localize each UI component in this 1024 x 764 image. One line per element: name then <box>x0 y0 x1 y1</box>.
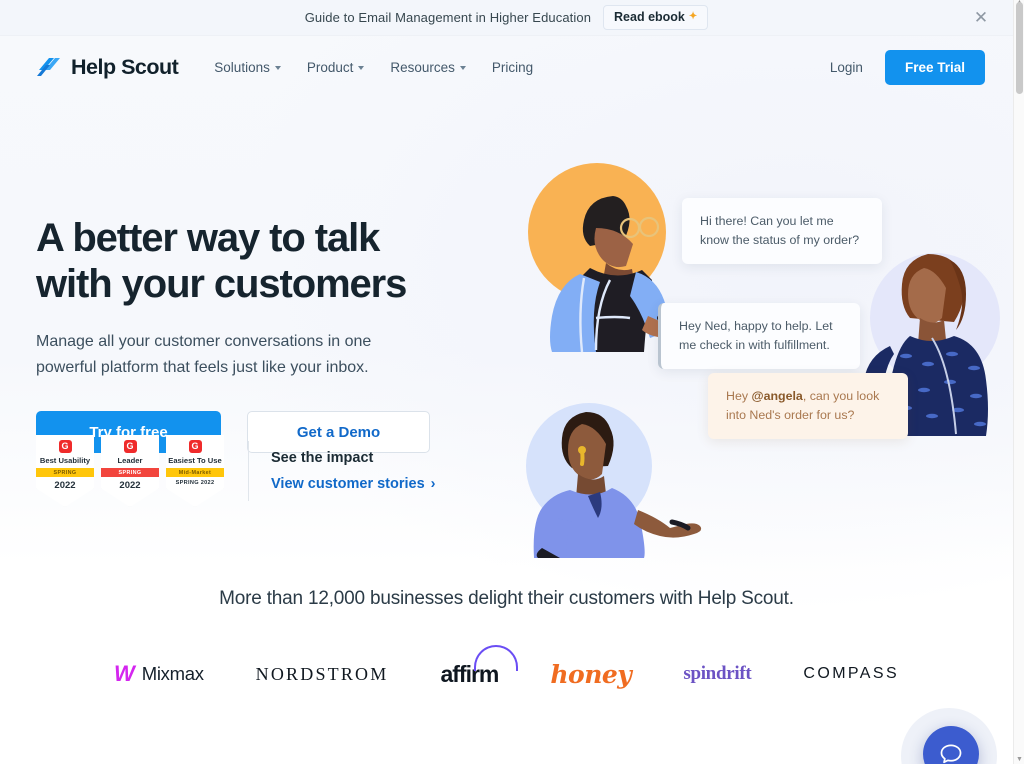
customers-headline: More than 12,000 businesses delight thei… <box>219 588 794 609</box>
page-root: Guide to Email Management in Higher Educ… <box>0 0 1013 764</box>
chat-bubble-reply: Hey Ned, happy to help. Let me check in … <box>658 303 860 370</box>
g2-logo-icon: G <box>123 440 137 453</box>
customer-logo-spindrift: spindrift <box>683 663 752 684</box>
impact-link-label: View customer stories <box>271 475 425 492</box>
view-customer-stories-link[interactable]: View customer stories › <box>271 476 436 492</box>
badge-band: SPRING <box>36 468 94 478</box>
nav-item-product[interactable]: Product <box>307 60 365 75</box>
nav-item-pricing[interactable]: Pricing <box>492 60 533 75</box>
chat-bubble-incoming: Hi there! Can you let me know the status… <box>682 198 882 265</box>
badge-year: 2022 <box>54 480 76 492</box>
customers-section: More than 12,000 businesses delight thei… <box>0 588 1013 694</box>
customer-logo-compass: COMPASS <box>803 665 900 682</box>
hero-illustration: Hi there! Can you let me know the status… <box>470 148 1013 568</box>
customer-logo-mixmax: W Mixmax <box>114 654 204 694</box>
chevron-down-icon <box>358 66 365 70</box>
chat-bubble-incoming-text: Hi there! Can you let me know the status… <box>700 214 860 248</box>
read-ebook-button[interactable]: Read ebook ✦ <box>603 5 709 30</box>
impact-block: See the impact View customer stories › <box>271 450 436 493</box>
nav-item-product-label: Product <box>306 59 354 75</box>
social-proof: G Best Usability SPRING 2022 G Leader SP… <box>36 435 436 507</box>
badge-title: Best Usability <box>39 456 91 465</box>
nav-right-actions: Login Free Trial <box>830 49 985 85</box>
badge-band: SPRING <box>101 468 159 478</box>
nav-item-resources-label: Resources <box>390 59 455 75</box>
main-navigation: Help Scout Solutions Product Resources P… <box>0 36 1013 98</box>
customer-logo-nordstrom: NORDSTROM <box>255 663 389 684</box>
banner-text: Guide to Email Management in Higher Educ… <box>304 10 592 25</box>
nav-item-resources[interactable]: Resources <box>390 60 466 75</box>
chevron-right-icon: › <box>430 475 436 492</box>
g2-badge-leader[interactable]: G Leader SPRING 2022 <box>101 435 159 507</box>
hero-title-line-2: with your customers <box>36 261 407 306</box>
login-link[interactable]: Login <box>830 60 863 75</box>
badge-title: Leader <box>117 456 143 465</box>
g2-logo-icon: G <box>58 440 72 453</box>
nav-item-solutions-label: Solutions <box>214 59 270 75</box>
logo-mark-icon <box>37 58 60 76</box>
chevron-down-icon <box>459 66 466 70</box>
hero-subtitle: Manage all your customer conversations i… <box>36 333 372 377</box>
g2-badge-best-usability[interactable]: G Best Usability SPRING 2022 <box>36 435 94 507</box>
illustration-person-customer <box>533 412 702 558</box>
nav-links: Solutions Product Resources Pricing <box>214 60 533 75</box>
logo-text: Help Scout <box>71 54 179 79</box>
badge-band: Mid-Market <box>166 468 224 478</box>
customer-logo-row: W Mixmax NORDSTROM affirm honey spindrif… <box>0 645 1013 694</box>
customer-logo-honey: honey <box>550 659 632 689</box>
scrollbar-thumb[interactable] <box>1016 2 1023 94</box>
page-title: A better way to talk with your customers <box>36 216 466 307</box>
mixmax-label: Mixmax <box>141 663 204 684</box>
affirm-arc-icon <box>474 645 519 671</box>
hero-title-line-1: A better way to talk <box>36 216 380 260</box>
divider <box>248 441 249 501</box>
customer-logo-affirm: affirm <box>440 645 519 694</box>
chat-bubble-internal-note: Hey @angela, can you look into Ned's ord… <box>708 373 908 440</box>
badge-year: SPRING 2022 <box>175 480 215 487</box>
badge-title: Easiest To Use <box>168 456 222 465</box>
g2-badges: G Best Usability SPRING 2022 G Leader SP… <box>36 435 224 507</box>
page-scrollbar[interactable]: ▲ ▼ <box>1013 0 1024 764</box>
close-icon[interactable]: ✕ <box>971 8 991 28</box>
note-prefix: Hey <box>726 389 752 403</box>
mixmax-mark-icon: W <box>113 661 135 686</box>
g2-logo-icon: G <box>188 440 202 453</box>
badge-year: 2022 <box>119 480 141 492</box>
hero-section: A better way to talk with your customers… <box>0 98 1013 578</box>
chat-bubble-reply-text: Hey Ned, happy to help. Let me check in … <box>679 319 833 353</box>
impact-label: See the impact <box>271 449 374 466</box>
hero-copy: A better way to talk with your customers… <box>36 216 466 453</box>
free-trial-button[interactable]: Free Trial <box>884 49 985 85</box>
read-ebook-label: Read ebook <box>614 10 685 24</box>
sparkle-icon: ✦ <box>688 11 698 22</box>
note-mention: @angela <box>751 389 803 403</box>
chat-bubble-icon <box>940 744 962 764</box>
scroll-down-icon[interactable]: ▼ <box>1016 756 1023 763</box>
g2-badge-easiest-to-use[interactable]: G Easiest To Use Mid-Market SPRING 2022 <box>166 435 224 507</box>
chevron-down-icon <box>274 66 281 70</box>
help-scout-logo[interactable]: Help Scout <box>36 54 179 80</box>
nav-item-solutions[interactable]: Solutions <box>214 60 281 75</box>
announcement-banner: Guide to Email Management in Higher Educ… <box>0 0 1013 36</box>
